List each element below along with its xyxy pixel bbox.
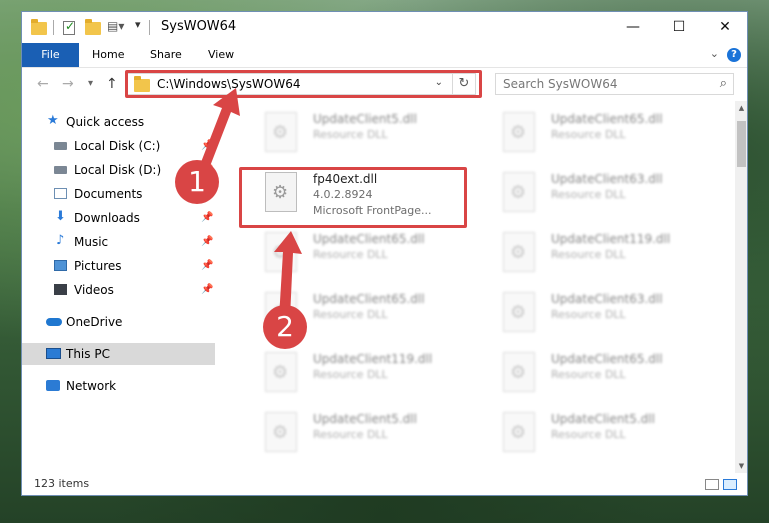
step-2-badge: 2 [263,305,307,349]
annotation-arrows [198,88,302,318]
step-1-badge: 1 [175,160,219,204]
